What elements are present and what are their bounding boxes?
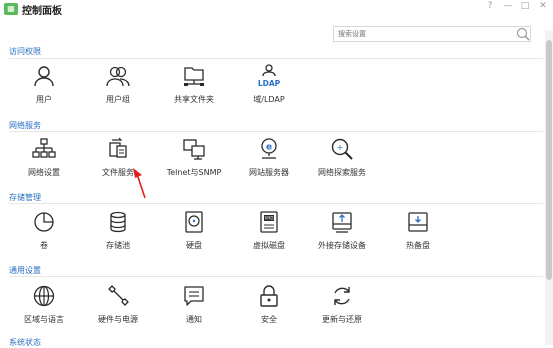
maximize-button[interactable]: □ [518, 1, 532, 11]
item-label: 网站服务器 [249, 168, 289, 177]
section-title-access: 访问权限 [9, 47, 41, 56]
item-notification[interactable]: 通知 [158, 284, 230, 342]
item-network-settings[interactable]: 网络设置 [8, 137, 80, 195]
lock-icon [260, 285, 278, 307]
item-volume[interactable]: 卷 [8, 210, 80, 268]
section-title-network: 网络服务 [9, 121, 41, 130]
network-icon [32, 138, 56, 158]
user-group-icon [106, 66, 130, 87]
svg-text:VHD: VHD [265, 216, 274, 221]
notification-icon [184, 286, 204, 306]
search-icon[interactable] [515, 26, 531, 42]
close-button[interactable]: ✕ [536, 1, 550, 11]
item-security[interactable]: 安全 [233, 284, 305, 342]
item-label: 网络设置 [28, 168, 60, 177]
section-divider [9, 131, 543, 132]
ldap-icon: LDAP [258, 64, 281, 88]
section-divider [9, 276, 543, 277]
storage-pool-icon [110, 211, 126, 233]
item-label: 更新与还原 [322, 315, 362, 324]
minimize-button[interactable]: — [501, 1, 515, 11]
svg-text:e: e [266, 143, 272, 153]
item-label: Telnet与SNMP [166, 168, 222, 177]
window-title: 控制面板 [22, 6, 62, 17]
help-button[interactable]: ? [483, 1, 497, 11]
item-external-storage[interactable]: 外接存储设备 [306, 210, 378, 268]
item-label: 共享文件夹 [174, 95, 214, 104]
section-title-storage: 存储管理 [9, 193, 41, 202]
item-storage-pool[interactable]: 存储池 [82, 210, 154, 268]
wrench-icon [108, 285, 129, 306]
title-bar: ▦ 控制面板 ? — □ ✕ [0, 0, 553, 18]
item-label: 外接存储设备 [318, 241, 366, 250]
item-web-server[interactable]: e 网站服务器 [233, 137, 305, 195]
item-hard-disk[interactable]: 硬盘 [158, 210, 230, 268]
item-file-service[interactable]: 文件服务 [82, 137, 154, 195]
item-user[interactable]: 用户 [8, 64, 80, 122]
item-label: 存储池 [106, 241, 130, 250]
user-icon [34, 66, 54, 87]
item-update-restore[interactable]: 更新与还原 [306, 284, 378, 342]
scrollbar-thumb[interactable] [546, 40, 552, 280]
hot-spare-icon [408, 212, 428, 232]
network-discovery-icon: + [331, 138, 353, 160]
svg-text:LDAP: LDAP [258, 79, 281, 88]
item-label: 安全 [261, 315, 277, 324]
item-label: 硬件与电源 [98, 315, 138, 324]
item-region-language[interactable]: 区域与语言 [8, 284, 80, 342]
item-telnet-snmp[interactable]: Telnet与SNMP [158, 137, 230, 195]
item-label: 虚拟磁盘 [253, 241, 285, 250]
item-label: 网络探索服务 [318, 168, 366, 177]
item-label: 域/LDAP [253, 95, 285, 104]
virtual-disk-icon: VHD [260, 211, 278, 233]
shared-folder-icon [184, 67, 204, 86]
telnet-icon [183, 139, 205, 160]
section-title-system-status: 系统状态 [9, 338, 41, 347]
item-label: 文件服务 [102, 168, 134, 177]
item-label: 通知 [186, 315, 202, 324]
external-storage-icon [332, 212, 352, 233]
item-label: 热备盘 [406, 241, 430, 250]
section-divider [9, 203, 543, 204]
item-label: 卷 [40, 241, 48, 250]
search-input[interactable] [333, 26, 531, 42]
hard-disk-icon [185, 211, 203, 233]
item-label: 区域与语言 [24, 315, 64, 324]
item-hardware-power[interactable]: 硬件与电源 [82, 284, 154, 342]
app-logo-icon: ▦ [4, 3, 18, 15]
item-network-discovery[interactable]: + 网络探索服务 [306, 137, 378, 195]
item-shared-folder[interactable]: 共享文件夹 [158, 64, 230, 122]
volume-icon [34, 212, 54, 232]
item-label: 用户组 [106, 95, 130, 104]
svg-text:+: + [337, 143, 344, 152]
section-divider [9, 58, 543, 59]
globe-icon [33, 285, 55, 307]
item-hot-spare[interactable]: 热备盘 [382, 210, 454, 268]
item-label: 用户 [36, 95, 52, 104]
item-label: 硬盘 [186, 241, 202, 250]
web-server-icon: e [261, 138, 277, 159]
item-virtual-disk[interactable]: VHD 虚拟磁盘 [233, 210, 305, 268]
file-service-icon [109, 137, 127, 158]
section-title-general: 通用设置 [9, 266, 41, 275]
item-user-group[interactable]: 用户组 [82, 64, 154, 122]
item-ldap[interactable]: LDAP 域/LDAP [233, 64, 305, 122]
update-icon [334, 287, 350, 305]
